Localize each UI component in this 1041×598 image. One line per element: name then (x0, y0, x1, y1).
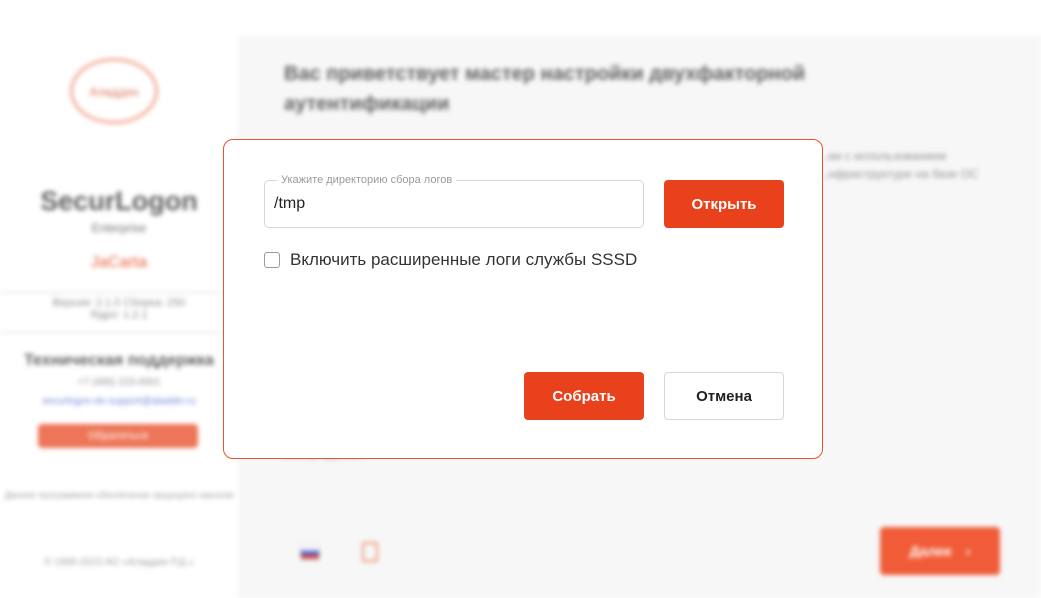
cancel-button[interactable]: Отмена (664, 372, 784, 420)
log-directory-label: Укажите директорию сбора логов (277, 173, 457, 187)
collect-button[interactable]: Собрать (524, 372, 644, 420)
sssd-logs-checkbox[interactable] (264, 252, 280, 268)
sssd-logs-label[interactable]: Включить расширенные логи службы SSSD (290, 250, 637, 270)
log-directory-field: Укажите директорию сбора логов (264, 173, 644, 228)
log-directory-input[interactable] (274, 189, 624, 219)
sssd-logs-option[interactable]: Включить расширенные логи службы SSSD (264, 250, 637, 270)
open-button[interactable]: Открыть (664, 180, 784, 228)
log-collection-dialog: Укажите директорию сбора логов Открыть В… (223, 139, 823, 459)
